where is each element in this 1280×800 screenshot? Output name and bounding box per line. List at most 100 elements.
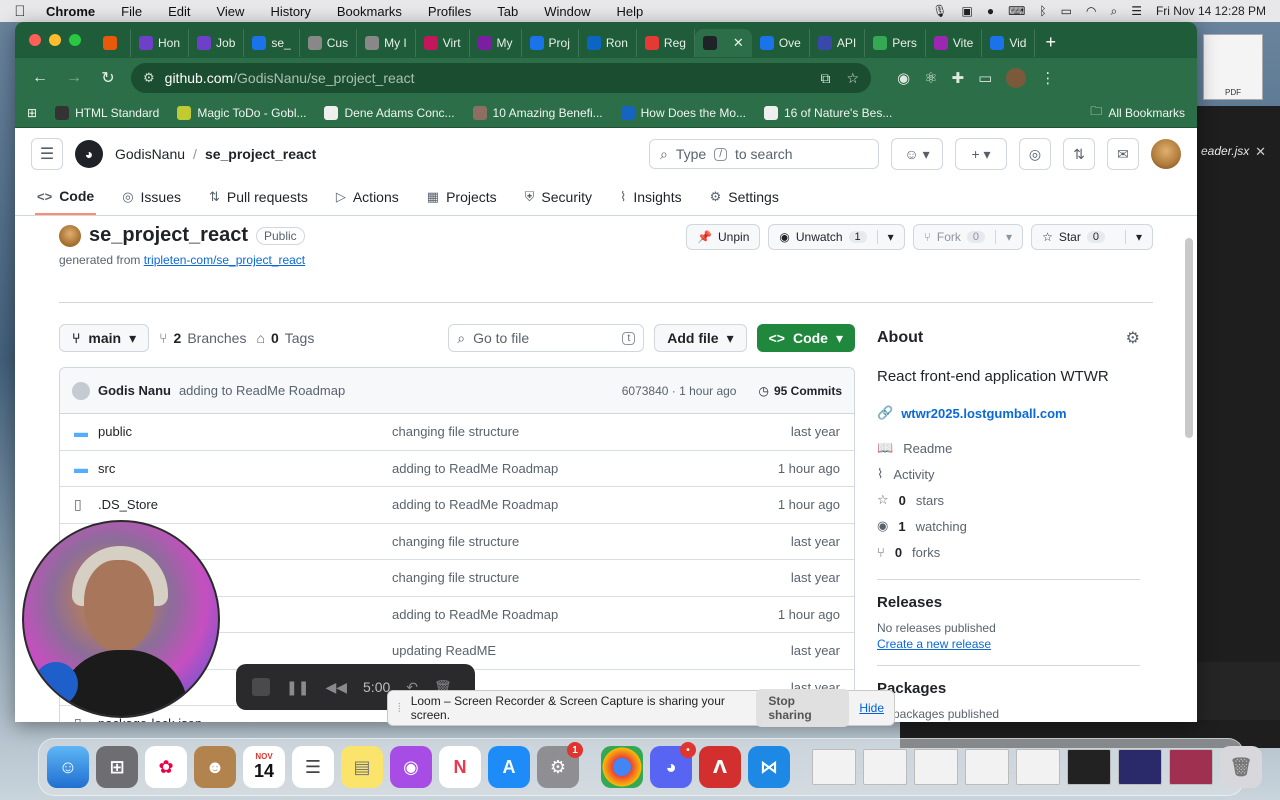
github-status-icon[interactable]: ● [987,4,994,18]
file-commit-message[interactable]: adding to ReadMe Roadmap [392,607,778,622]
page-scrollbar[interactable] [1185,238,1193,438]
control-center-icon[interactable]: ☰ [1131,4,1142,18]
minimized-window-thumb[interactable] [1067,749,1111,785]
watching-link[interactable]: ◉ 1 watching [877,513,1140,539]
tab-active[interactable]: ✕ [694,29,752,57]
stop-recording-icon[interactable] [252,678,270,696]
breadcrumb-owner[interactable]: GodisNanu [115,146,185,162]
menu-bookmarks[interactable]: Bookmarks [324,4,415,19]
github-logo-icon[interactable]: ◕ [75,140,103,168]
trash-icon[interactable]: 🗑 [1220,746,1262,788]
close-window-button[interactable] [29,34,41,46]
keyboard-icon[interactable]: ⌨ [1008,4,1025,18]
code-dropdown-button[interactable]: <> Code ▾ [756,324,855,352]
podcasts-icon[interactable]: ◉ [390,746,432,788]
inbox-icon[interactable]: ✉ [1107,138,1139,170]
new-tab-button[interactable]: + [1035,32,1066,53]
repo-name[interactable]: se_project_react [89,224,248,247]
stars-link[interactable]: ☆ 0 stars [877,487,1140,513]
vscode-icon[interactable]: ⋈ [748,746,790,788]
system-settings-icon[interactable]: ⚙ 1 [537,742,583,788]
bookmark-item[interactable]: Dene Adams Conc... [324,105,455,120]
side-panel-icon[interactable]: ▭ [978,69,992,87]
hamburger-menu-icon[interactable]: ☰ [31,138,63,170]
minimize-window-button[interactable] [49,34,61,46]
file-commit-message[interactable]: adding to ReadMe Roadmap [392,497,778,512]
website-link[interactable]: 🔗 wtwr2025.lostgumball.com [877,405,1140,421]
tab-item[interactable]: Virt [416,29,470,57]
fork-button[interactable]: ⑂ Fork 0 ▾ [912,224,1024,250]
tab-item[interactable]: Pers [865,29,926,57]
spotlight-search-icon[interactable]: ⌕ [1110,4,1117,19]
bookmark-item[interactable]: Magic ToDo - Gobl... [177,105,306,120]
file-commit-message[interactable]: changing file structure [392,424,791,439]
tab-code[interactable]: <> Code [35,179,97,215]
tab-settings[interactable]: ⚙ Settings [708,179,781,215]
menu-history[interactable]: History [257,4,323,19]
create-new-button[interactable]: + ▾ [955,138,1007,170]
template-repo-link[interactable]: tripleten-com/se_project_react [144,253,305,267]
tab-item[interactable]: Ron [579,29,637,57]
commit-hash-time[interactable]: 6073840 · 1 hour ago [622,384,737,398]
packages-heading[interactable]: Packages [877,680,1140,697]
tab-item[interactable]: My I [357,29,416,57]
reminders-icon[interactable]: ☰ [292,746,334,788]
minimized-window-thumb[interactable] [812,749,856,785]
tags-link[interactable]: ⌂ 0 Tags [256,330,314,346]
desktop-pdf-file[interactable]: PDF [1203,34,1263,100]
launchpad-icon[interactable]: ⊞ [96,746,138,788]
calendar-icon[interactable]: NOV 14 [243,746,285,788]
chrome-menu-icon[interactable]: ⋮ [1040,69,1055,87]
tab-issues[interactable]: ◎ Issues [120,179,183,215]
branches-link[interactable]: ⑂ 2 Branches [159,330,246,346]
pause-icon[interactable]: ❚❚ [286,679,309,696]
table-row[interactable]: ▬ public changing file structure last year [60,414,854,451]
tab-projects[interactable]: ▦ Projects [425,179,499,215]
acrobat-icon[interactable]: ᐱ [699,746,741,788]
tab-item[interactable]: Hon [131,29,190,57]
star-button[interactable]: ☆ Star 0 ▾ [1031,224,1153,250]
chevron-down-icon[interactable]: ▾ [876,230,894,244]
minimized-window-thumb[interactable] [1118,749,1162,785]
tab-item[interactable]: se_ [244,29,300,57]
chevron-down-icon[interactable]: ▾ [995,230,1012,244]
restart-icon[interactable]: ◀◀ [325,679,347,696]
tab-pull-requests[interactable]: ⇅ Pull requests [207,179,310,215]
microphone-icon[interactable]: 🎙 [932,4,947,18]
tab-item[interactable]: Reg [637,29,695,57]
news-icon[interactable]: N [439,746,481,788]
unpin-button[interactable]: 📌 Unpin [686,224,761,250]
stop-sharing-button[interactable]: Stop sharing [756,689,850,727]
create-release-link[interactable]: Create a new release [877,637,991,651]
back-arrow-icon[interactable]: ← [25,63,55,93]
close-icon[interactable]: ✕ [1255,144,1266,160]
menu-profiles[interactable]: Profiles [415,4,484,19]
editor-tab-name[interactable]: eader.jsx [1197,106,1280,158]
tab-item[interactable]: Vid [982,29,1036,57]
tab-item[interactable]: My [470,29,522,57]
bookmark-item[interactable]: HTML Standard [55,105,159,120]
finder-icon[interactable]: ☺ [47,746,89,788]
minimized-window-thumb[interactable] [965,749,1009,785]
minimized-window-thumb[interactable] [914,749,958,785]
menu-datetime[interactable]: Fri Nov 14 12:28 PM [1156,4,1266,18]
minimized-window-thumb[interactable] [1169,749,1213,785]
bookmark-item[interactable]: 10 Amazing Benefi... [472,105,603,120]
reload-icon[interactable]: ↻ [93,63,123,93]
screen-share-icon[interactable]: ▣ [962,4,973,18]
tab-item[interactable]: Job [189,29,245,57]
issues-icon[interactable]: ◎ [1019,138,1051,170]
bluetooth-icon[interactable]: ᛒ [1039,4,1046,18]
tab-insights[interactable]: ⌇ Insights [618,179,684,215]
file-commit-message[interactable]: adding to ReadMe Roadmap [392,461,778,476]
menu-app-name[interactable]: Chrome [40,4,108,19]
commit-message[interactable]: adding to ReadMe Roadmap [179,383,345,398]
file-commit-message[interactable]: changing file structure [392,570,791,585]
minimized-window-thumb[interactable] [863,749,907,785]
menu-view[interactable]: View [203,4,257,19]
loom-webcam-bubble[interactable] [22,520,220,718]
pull-requests-icon[interactable]: ⇅ [1063,138,1095,170]
file-name[interactable]: public [98,424,392,439]
contacts-icon[interactable]: ☻ [194,746,236,788]
notes-icon[interactable]: ▤ [341,746,383,788]
